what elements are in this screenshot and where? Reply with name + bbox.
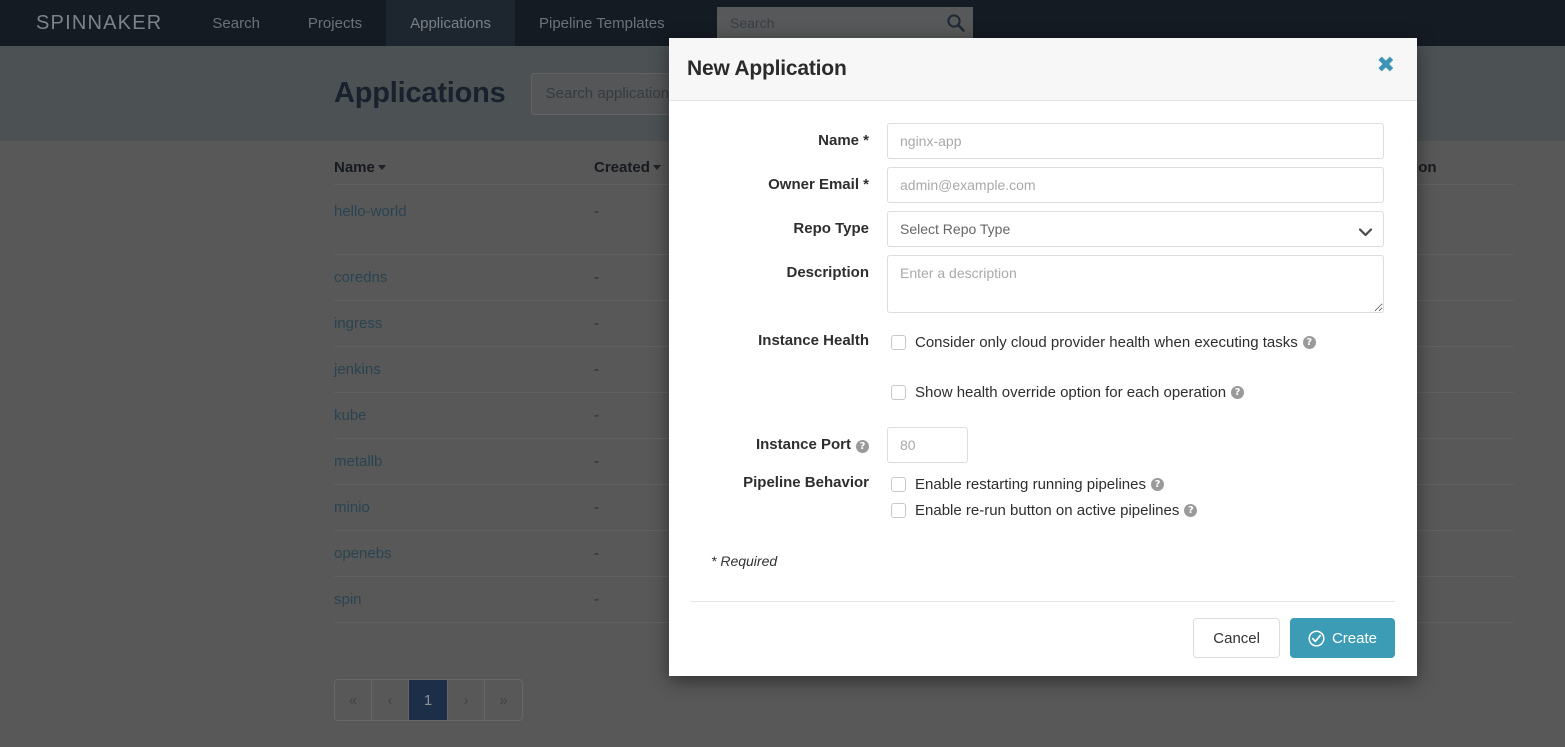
consider-cloud-provider-health-checkbox[interactable] (891, 334, 906, 350)
show-health-override-checkbox[interactable] (891, 384, 906, 400)
help-icon[interactable]: ? (1150, 477, 1164, 491)
pipeline-behavior-checkbox-2-row: Enable re-run button on active pipelines… (887, 497, 1395, 523)
enable-restarting-running-pipelines-checkbox[interactable] (891, 476, 906, 492)
label-name: Name * (818, 132, 869, 149)
modal-footer: Cancel Create (691, 601, 1395, 676)
app-root: SPINNAKER Search Projects Applications P… (0, 0, 1565, 747)
required-note: * Required (711, 553, 778, 569)
enable-rerun-button-label: Enable re-run button on active pipelines (915, 501, 1180, 519)
field-row-description: Description (691, 255, 1395, 318)
field-row-name: Name * (691, 123, 1395, 159)
field-row-pipeline-behavior: Pipeline Behavior Enable restarting runn… (691, 471, 1395, 523)
description-textarea[interactable] (887, 255, 1384, 313)
label-owner-email: Owner Email * (768, 176, 869, 193)
label-pipeline-behavior: Pipeline Behavior (743, 474, 869, 491)
help-icon[interactable]: ? (1231, 385, 1245, 399)
pipeline-behavior-checkbox-1-row: Enable restarting running pipelines ? (887, 471, 1395, 497)
cancel-button[interactable]: Cancel (1193, 618, 1280, 658)
instance-port-input[interactable] (887, 427, 968, 463)
repo-type-select[interactable]: Select Repo Type (887, 211, 1384, 247)
name-input[interactable] (887, 123, 1384, 159)
field-row-owner-email: Owner Email * (691, 167, 1395, 203)
modal-body: Name * Owner Email * Repo Type (669, 101, 1417, 601)
label-repo-type: Repo Type (793, 220, 869, 237)
instance-health-checkbox-2-row: Show health override option for each ope… (887, 379, 1395, 405)
new-application-modal: New Application ✖ Name * Owner Email * (669, 38, 1417, 676)
label-instance-port: Instance Port? (691, 427, 887, 463)
label-instance-health: Instance Health (758, 332, 869, 349)
field-row-instance-health: Instance Health Consider only cloud prov… (691, 329, 1395, 405)
enable-rerun-button-checkbox[interactable] (891, 502, 906, 518)
check-circle-icon (1308, 629, 1325, 647)
label-description: Description (786, 264, 869, 281)
instance-health-checkbox-1-row: Consider only cloud provider health when… (887, 329, 1395, 355)
enable-restarting-running-pipelines-label: Enable restarting running pipelines (915, 475, 1146, 493)
consider-cloud-provider-health-label: Consider only cloud provider health when… (915, 333, 1298, 351)
help-icon[interactable]: ? (1302, 335, 1316, 349)
field-row-repo-type: Repo Type Select Repo Type (691, 211, 1395, 247)
help-icon[interactable]: ? (1184, 503, 1198, 517)
field-row-instance-port: Instance Port? (691, 427, 1395, 463)
show-health-override-label: Show health override option for each ope… (915, 383, 1227, 401)
create-button-label: Create (1331, 629, 1377, 647)
modal-header: New Application ✖ (669, 38, 1417, 101)
create-button[interactable]: Create (1289, 618, 1395, 658)
owner-email-input[interactable] (887, 167, 1384, 203)
close-icon[interactable]: ✖ (1371, 51, 1401, 81)
modal-title: New Application (687, 57, 847, 80)
help-icon[interactable]: ? (856, 440, 869, 453)
label-instance-port-text: Instance Port (755, 436, 851, 453)
